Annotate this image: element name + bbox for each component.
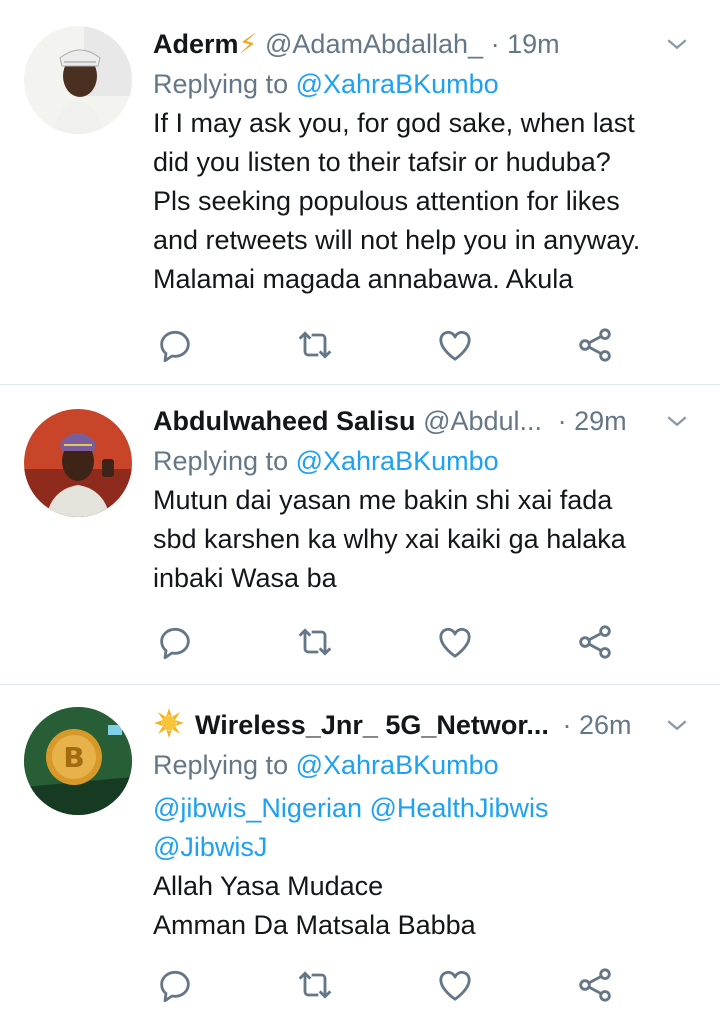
tweet-header: Wireless_Jnr_ 5G_Networ... · 26m bbox=[153, 705, 700, 745]
replying-prefix: Replying to bbox=[153, 69, 289, 99]
tweet-actions bbox=[153, 622, 623, 662]
tweet-actions bbox=[153, 325, 623, 365]
retweet-icon[interactable] bbox=[295, 965, 335, 1005]
replying-mention[interactable]: @XahraBKumbo bbox=[296, 446, 499, 476]
tweet-text: Mutun dai yasan me bakin shi xai fada sb… bbox=[153, 481, 700, 598]
chevron-down-icon[interactable] bbox=[662, 24, 692, 64]
avatar[interactable] bbox=[24, 26, 132, 134]
replying-to: Replying to @XahraBKumbo bbox=[153, 745, 700, 785]
svg-text:B: B bbox=[63, 741, 84, 774]
separator-dot: · bbox=[562, 710, 572, 740]
tweet-text-line: If I may ask you, for god sake, when las… bbox=[153, 108, 635, 138]
separator-dot: · bbox=[490, 29, 500, 59]
timestamp[interactable]: 26m bbox=[579, 710, 632, 740]
share-icon[interactable] bbox=[575, 965, 615, 1005]
author-name[interactable]: Wireless_Jnr_ 5G_Networ... bbox=[195, 710, 549, 740]
tweet-text: If I may ask you, for god sake, when las… bbox=[153, 104, 700, 299]
tweet-text-line: sbd karshen ka wlhy xai kaiki ga halaka bbox=[153, 524, 626, 554]
chevron-down-icon[interactable] bbox=[662, 705, 692, 745]
chevron-down-icon[interactable] bbox=[662, 401, 692, 441]
reply-icon[interactable] bbox=[155, 622, 195, 662]
tweet-text-line: Pls seeking populous attention for likes bbox=[153, 186, 620, 216]
tweet-1[interactable]: Aderm⚡ @AdamAbdallah_ · 19m Replying to … bbox=[0, 0, 720, 384]
tweet-3[interactable]: B Wireless_Jnr_ 5G_Networ... · 26m Reply… bbox=[0, 685, 720, 1013]
retweet-icon[interactable] bbox=[295, 325, 335, 365]
avatar[interactable] bbox=[24, 409, 132, 517]
tweet-text-line: Mutun dai yasan me bakin shi xai fada bbox=[153, 485, 613, 515]
avatar[interactable]: B bbox=[24, 707, 132, 815]
tweet-text: @jibwis_Nigerian @HealthJibwis @JibwisJ … bbox=[153, 789, 700, 945]
author-handle[interactable]: @Abdul... bbox=[423, 406, 542, 436]
replying-prefix: Replying to bbox=[153, 446, 289, 476]
tweet-text-line: Allah Yasa Mudace bbox=[153, 871, 384, 901]
replying-to: Replying to @XahraBKumbo bbox=[153, 441, 700, 481]
tweet-actions bbox=[153, 965, 623, 1005]
author-name[interactable]: Abdulwaheed Salisu bbox=[153, 406, 416, 436]
share-icon[interactable] bbox=[575, 622, 615, 662]
tweet-text-line: and retweets will not help you in anyway… bbox=[153, 225, 641, 255]
mention-link[interactable]: @JibwisJ bbox=[153, 828, 700, 867]
timestamp[interactable]: 19m bbox=[507, 29, 560, 59]
retweet-icon[interactable] bbox=[295, 622, 335, 662]
timestamp[interactable]: 29m bbox=[574, 406, 627, 436]
tweet-text-line: did you listen to their tafsir or huduba… bbox=[153, 147, 611, 177]
tweet-header: Aderm⚡ @AdamAbdallah_ · 19m bbox=[153, 24, 700, 64]
tweet-text-line: inbaki Wasa ba bbox=[153, 563, 337, 593]
reply-icon[interactable] bbox=[155, 965, 195, 1005]
reply-icon[interactable] bbox=[155, 325, 195, 365]
replying-mention[interactable]: @XahraBKumbo bbox=[296, 69, 499, 99]
sun-icon bbox=[154, 708, 184, 738]
like-icon[interactable] bbox=[435, 325, 475, 365]
author-handle[interactable]: @AdamAbdallah_ bbox=[265, 29, 483, 59]
tweet-2[interactable]: Abdulwaheed Salisu @Abdul... · 29m Reply… bbox=[0, 385, 720, 683]
replying-to: Replying to @XahraBKumbo bbox=[153, 64, 700, 104]
separator-dot: · bbox=[557, 406, 567, 436]
share-icon[interactable] bbox=[575, 325, 615, 365]
like-icon[interactable] bbox=[435, 965, 475, 1005]
replying-mention[interactable]: @XahraBKumbo bbox=[296, 750, 499, 780]
tweet-text-line: Malamai magada annabawa. Akula bbox=[153, 264, 574, 294]
mention-link[interactable]: @jibwis_Nigerian @HealthJibwis bbox=[153, 789, 700, 828]
replying-prefix: Replying to bbox=[153, 750, 289, 780]
like-icon[interactable] bbox=[435, 622, 475, 662]
tweet-text-line: Amman Da Matsala Babba bbox=[153, 910, 476, 940]
tweet-header: Abdulwaheed Salisu @Abdul... · 29m bbox=[153, 401, 700, 441]
lightning-icon: ⚡ bbox=[238, 29, 258, 59]
author-name[interactable]: Aderm bbox=[153, 29, 239, 59]
